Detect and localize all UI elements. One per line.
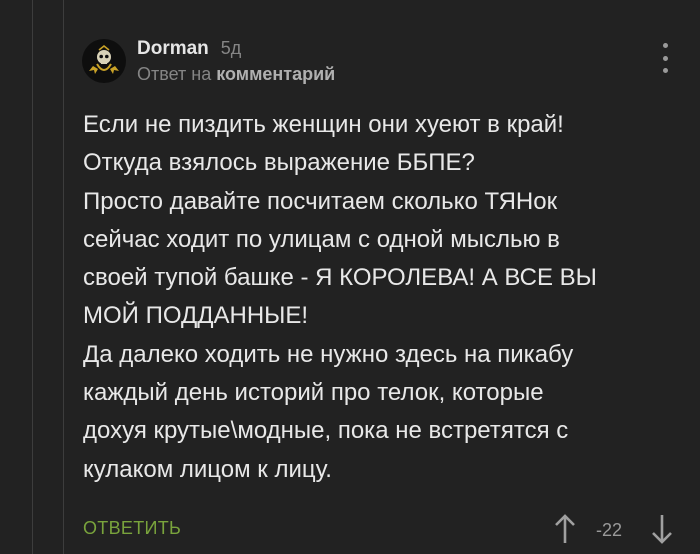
meta-author-line: Dorman 5д xyxy=(137,38,335,60)
comment-line: своей тупой башке - Я КОРОЛЕВА! А ВСЕ ВЫ xyxy=(83,264,597,292)
comment-time: 5д xyxy=(220,37,242,58)
comment-line: кулаком лицом к лицу. xyxy=(83,455,332,483)
comment-line: дохуя крутые\модные, пока не встретятся … xyxy=(83,417,569,445)
more-vertical-icon[interactable] xyxy=(658,43,672,73)
arrow-up-icon[interactable] xyxy=(552,512,578,546)
skull-emblem-icon xyxy=(89,44,119,74)
comment-line: Просто давайте посчитаем сколько ТЯНок xyxy=(83,187,558,215)
arrow-down-icon[interactable] xyxy=(649,512,675,546)
author-name[interactable]: Dorman xyxy=(137,38,209,60)
comment-footer: ОТВЕТИТЬ -22 xyxy=(0,512,700,548)
comment-line: Да далеко ходить не нужно здесь на пикаб… xyxy=(83,340,574,368)
menu-dot xyxy=(662,55,668,61)
rating-count: -22 xyxy=(596,520,623,540)
comment-line: Откуда взялось выражение ББПЕ? xyxy=(83,149,475,177)
comment-page: Dorman 5д Ответ на комментарий Если не п… xyxy=(0,0,700,554)
menu-dot xyxy=(662,68,668,73)
comment-header: Dorman 5д Ответ на комментарий xyxy=(82,35,335,87)
thread-line[interactable] xyxy=(32,0,33,554)
reply-prefix: Ответ на xyxy=(137,63,212,84)
menu-dot xyxy=(662,43,668,48)
comment-meta: Dorman 5д Ответ на комментарий xyxy=(137,38,335,85)
reply-button[interactable]: ОТВЕТИТЬ xyxy=(83,518,181,539)
thread-line[interactable] xyxy=(63,0,64,554)
comment-line: каждый день историй про телок, которые xyxy=(83,379,544,407)
comment-body: Если не пиздить женщин они хуеют в край!… xyxy=(83,106,683,489)
avatar[interactable] xyxy=(82,39,126,83)
comment-line: МОЙ ПОДДАННЫЕ! xyxy=(83,302,309,330)
reply-target-link[interactable]: комментарий xyxy=(216,64,335,84)
comment-line: Если не пиздить женщин они хуеют в край! xyxy=(83,111,564,138)
reply-info: Ответ на комментарий xyxy=(137,64,335,85)
comment-line: сейчас ходит по улицам с одной мыслью в xyxy=(83,225,560,253)
